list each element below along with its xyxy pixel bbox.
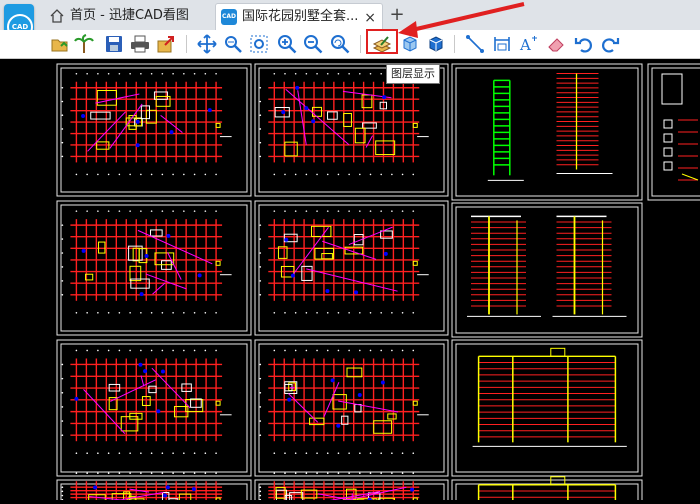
drawing-svg: [0, 59, 700, 500]
undo-icon[interactable]: [574, 34, 594, 54]
drawing-canvas[interactable]: [0, 59, 700, 500]
zoom-out-icon[interactable]: [303, 34, 323, 54]
zoom-previous-icon[interactable]: [330, 34, 350, 54]
zoom-extents-icon[interactable]: [249, 34, 269, 54]
tooltip: 图层显示: [386, 64, 440, 84]
zoom-window-icon[interactable]: [223, 34, 243, 54]
eraser-icon[interactable]: [546, 34, 566, 54]
tab-drawing-label: 国际花园别墅全套...: [242, 9, 358, 24]
tab-home-label: 首页 - 迅捷CAD看图: [70, 8, 189, 23]
export-icon[interactable]: [156, 34, 176, 54]
tab-drawing[interactable]: CAD 国际花园别墅全套... ×: [215, 3, 383, 30]
pan-icon[interactable]: [197, 34, 217, 54]
open-file-icon[interactable]: [50, 34, 70, 54]
zoom-in-icon[interactable]: [277, 34, 297, 54]
annotation-arrow-icon: [390, 0, 530, 50]
palm-tree-icon[interactable]: [74, 34, 94, 54]
print-icon[interactable]: [130, 34, 150, 54]
close-tab-icon[interactable]: ×: [364, 5, 376, 31]
cad-file-icon: CAD: [221, 9, 237, 25]
toolbar: A: [0, 30, 700, 59]
tab-home[interactable]: 首页 - 迅捷CAD看图: [42, 3, 212, 30]
toolbar-separator: [186, 35, 187, 53]
save-icon[interactable]: [104, 34, 124, 54]
title-bar: CAD 首页 - 迅捷CAD看图 CAD 国际花园别墅全套... × +: [0, 0, 700, 30]
home-icon: [50, 9, 64, 23]
redo-icon[interactable]: [600, 34, 620, 54]
toolbar-separator: [360, 35, 361, 53]
